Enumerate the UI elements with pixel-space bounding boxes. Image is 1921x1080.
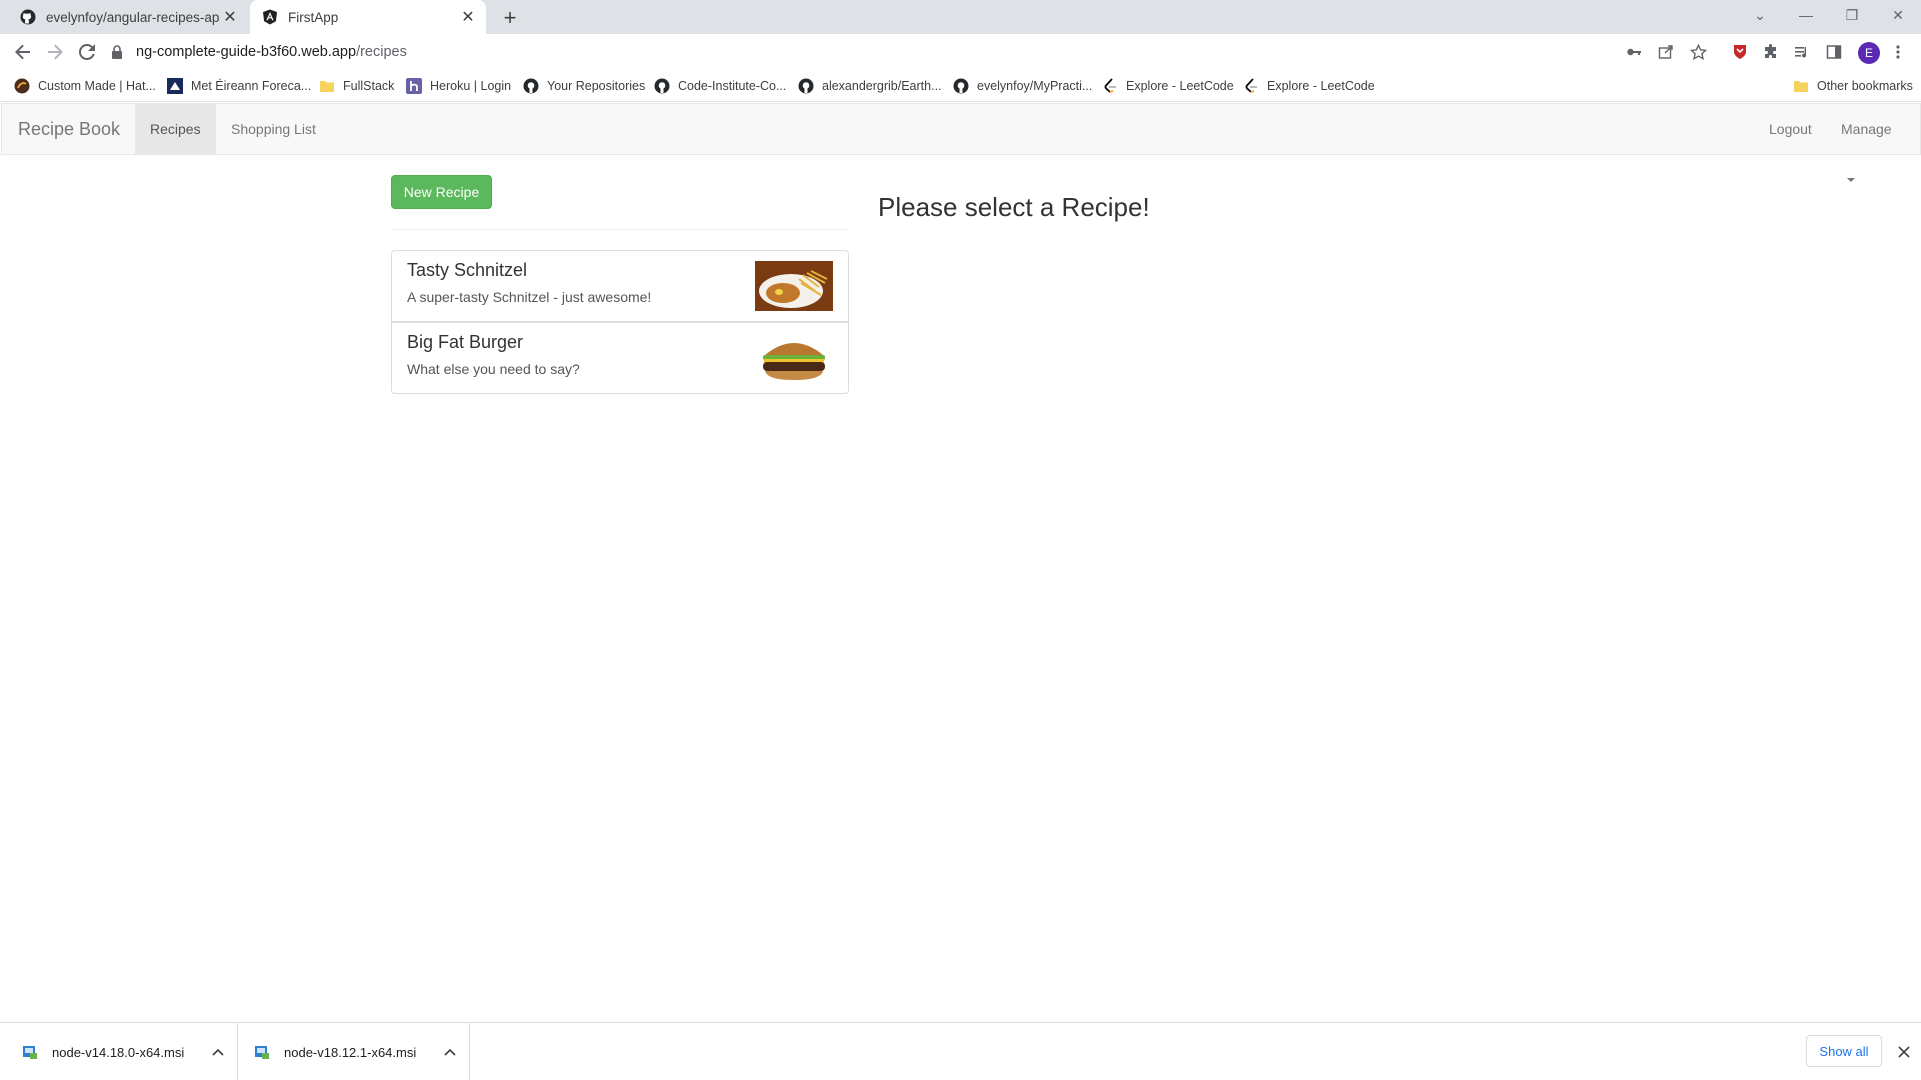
arrow-left-icon [15,44,30,60]
close-window-button[interactable]: ✕ [1875,0,1921,30]
bookmark-item[interactable]: Custom Made | Hat... [14,76,156,96]
bookmarks-bar: Custom Made | Hat... Met Éireann Foreca.… [0,70,1921,102]
msi-file-icon [23,1046,37,1059]
bookmark-item[interactable]: alexandergrib/Earth... [798,76,942,96]
other-bookmarks[interactable]: Other bookmarks [1793,76,1913,96]
bookmark-label: Your Repositories [547,79,646,93]
github-icon [953,78,969,94]
leetcode-icon [1245,78,1257,93]
bookmark-item[interactable]: evelynfoy/MyPracti... [953,76,1092,96]
nav-recipes[interactable]: Recipes [135,104,216,154]
download-filename: node-v18.12.1-x64.msi [284,1044,417,1060]
recipe-description: What else you need to say? [407,361,580,377]
browser-toolbar: ng-complete-guide-b3f60.web.app/recipes … [0,34,1921,70]
minimize-button[interactable]: — [1783,0,1829,30]
share-icon[interactable] [1656,42,1676,62]
address-bar[interactable]: ng-complete-guide-b3f60.web.app/recipes [110,37,1670,67]
side-panel-icon[interactable] [1824,42,1844,62]
other-bookmarks-label: Other bookmarks [1817,79,1913,93]
arrow-right-icon [48,44,63,60]
schnitzel-image [755,261,833,311]
download-shelf: node-v14.18.0-x64.msi node-v18.12.1-x64.… [0,1022,1921,1080]
bookmark-item[interactable]: Met Éireann Foreca... [167,76,311,96]
extension-shield-icon[interactable] [1730,42,1750,62]
bookmark-label: evelynfoy/MyPracti... [977,79,1093,93]
heroku-icon [406,78,422,94]
close-icon[interactable]: ✕ [458,7,478,27]
bookmark-label: FullStack [343,79,395,93]
reload-icon [79,44,95,60]
recipe-description: A super-tasty Schnitzel - just awesome! [407,289,652,305]
bookmark-item[interactable]: Explore - LeetCode [1102,76,1234,96]
bookmark-label: alexandergrib/Earth... [822,79,942,93]
github-icon [20,9,36,25]
bookmark-item[interactable]: Heroku | Login [406,76,511,96]
github-icon [523,78,539,94]
browser-tabstrip: evelynfoy/angular-recipes-app: T ✕ First… [0,0,1921,34]
bookmark-label: Heroku | Login [430,79,512,93]
app-navbar: Recipe Book Recipes Shopping List Logout… [1,103,1921,183]
bookmark-label: Custom Made | Hat... [38,79,156,93]
folder-icon [320,81,334,92]
nav-manage-dropdown[interactable]: Manage [1826,104,1920,183]
bookmark-label: Explore - LeetCode [1267,79,1375,93]
caret-down-icon [1847,178,1855,183]
met-eireann-icon [167,78,183,94]
chevron-up-icon[interactable] [210,1044,226,1060]
new-tab-button[interactable]: + [496,4,524,32]
brand-link[interactable]: Recipe Book [18,119,120,140]
show-all-button[interactable]: Show all [1806,1035,1882,1067]
new-recipe-button[interactable]: New Recipe [391,175,492,209]
browser-tab-github[interactable]: evelynfoy/angular-recipes-app: T ✕ [0,0,248,34]
close-icon[interactable]: ✕ [220,7,240,27]
profile-avatar[interactable]: E [1858,42,1880,64]
nav-shopping-list[interactable]: Shopping List [216,104,331,154]
chevron-up-icon[interactable] [442,1044,458,1060]
key-icon[interactable] [1624,42,1644,62]
tab-search-icon[interactable]: ⌄ [1737,0,1783,30]
recipe-name: Big Fat Burger [407,332,524,352]
angular-icon [263,9,277,25]
tab-title: FirstApp [288,9,339,25]
bookmark-item[interactable]: Code-Institute-Co... [654,76,786,96]
forward-button[interactable] [40,37,70,67]
tab-title: evelynfoy/angular-recipes-app: T [46,9,220,25]
puzzle-icon[interactable] [1761,42,1781,62]
reload-button[interactable] [72,37,102,67]
window-controls: ⌄ — ❐ ✕ [1737,0,1921,30]
lock-icon [112,45,122,59]
back-button[interactable] [8,37,38,67]
folder-icon [1794,81,1808,92]
close-icon[interactable] [1894,1042,1914,1062]
bookmark-item[interactable]: FullStack [319,76,394,96]
nav-logout[interactable]: Logout [1754,104,1827,154]
bookmark-label: Met Éireann Foreca... [191,79,312,93]
bookmark-label: Explore - LeetCode [1126,79,1234,93]
bookmark-item[interactable]: Your Repositories [523,76,645,96]
burger-image [755,333,833,383]
kebab-menu-icon[interactable] [1888,42,1908,62]
custom-made-icon [14,78,30,94]
select-recipe-message: Please select a Recipe! [878,192,1150,222]
github-icon [798,78,814,94]
manage-label: Manage [1841,121,1892,137]
download-item[interactable]: node-v18.12.1-x64.msi [238,1023,470,1080]
bookmark-item[interactable]: Explore - LeetCode [1243,76,1375,96]
browser-tab-firstapp[interactable]: FirstApp ✕ [250,0,486,34]
recipe-list-item[interactable]: Big Fat Burger What else you need to say… [391,322,849,394]
star-icon[interactable] [1688,42,1708,62]
bookmark-label: Code-Institute-Co... [678,79,787,93]
recipe-list-item[interactable]: Tasty Schnitzel A super-tasty Schnitzel … [391,250,849,322]
download-filename: node-v14.18.0-x64.msi [52,1044,185,1060]
download-item[interactable]: node-v14.18.0-x64.msi [0,1023,238,1080]
leetcode-icon [1104,78,1116,93]
github-icon [654,78,670,94]
recipe-name: Tasty Schnitzel [407,260,528,280]
divider [391,229,849,230]
url-path: /recipes [356,44,407,60]
msi-file-icon [255,1046,269,1059]
media-queue-icon[interactable] [1792,42,1812,62]
url-host: ng-complete-guide-b3f60.web.app [136,44,357,60]
restore-button[interactable]: ❐ [1829,0,1875,30]
